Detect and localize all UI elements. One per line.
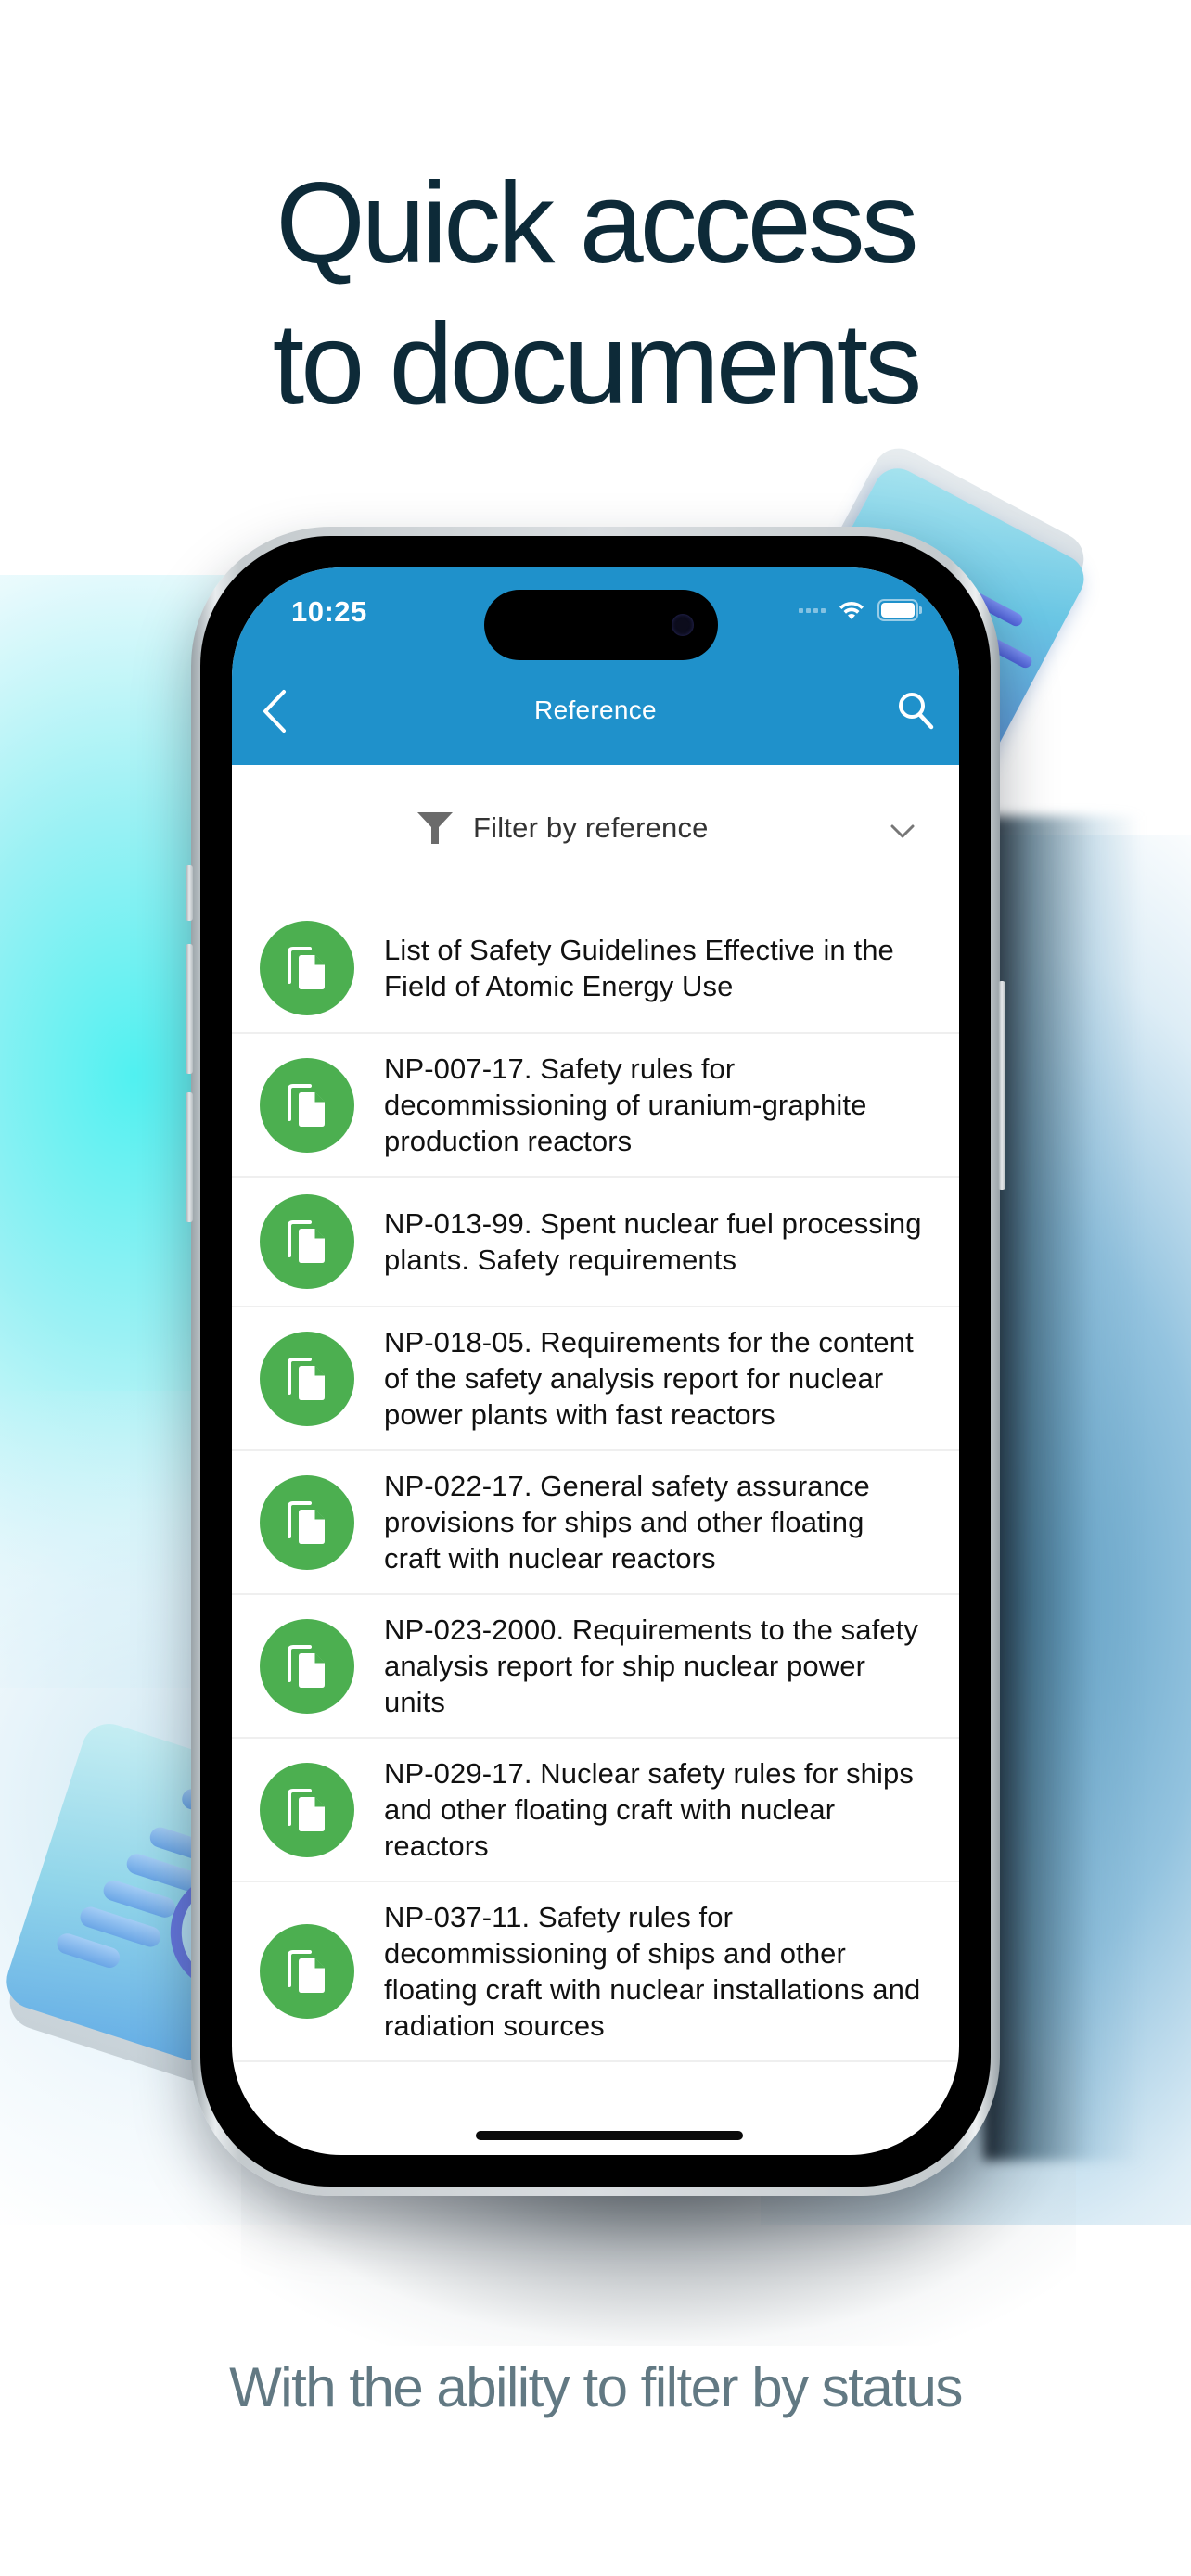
filter-control[interactable]: Filter by reference bbox=[417, 811, 709, 845]
filter-label: Filter by reference bbox=[473, 811, 709, 844]
status-time: 10:25 bbox=[291, 595, 367, 628]
phone-shadow-side bbox=[983, 816, 1141, 2161]
document-title: NP-023-2000. Requirements to the safety … bbox=[384, 1613, 918, 1718]
document-copy-icon bbox=[260, 1924, 354, 2019]
document-title: NP-029-17. Nuclear safety rules for ship… bbox=[384, 1757, 914, 1862]
status-icons bbox=[799, 599, 922, 621]
document-copy-icon bbox=[260, 1474, 354, 1570]
document-line bbox=[54, 1931, 122, 1970]
tagline: With the ability to filter by status bbox=[229, 2356, 963, 2418]
document-copy-icon bbox=[260, 1331, 354, 1426]
document-title: List of Safety Guidelines Effective in t… bbox=[384, 934, 894, 1002]
document-title: NP-007-17. Safety rules for decommission… bbox=[384, 1052, 867, 1157]
document-copy-icon bbox=[260, 921, 354, 1015]
phone-frame: 10:25 Reference Filter by reference List… bbox=[186, 527, 1005, 2196]
document-list-item[interactable]: NP-023-2000. Requirements to the safety … bbox=[232, 1595, 959, 1739]
document-list-item[interactable]: NP-013-99. Spent nuclear fuel processing… bbox=[232, 1178, 959, 1307]
headline: Quick access to documents bbox=[0, 153, 1191, 435]
document-list-item[interactable]: NP-007-17. Safety rules for decommission… bbox=[232, 1034, 959, 1178]
headline-line-2: to documents bbox=[272, 300, 922, 428]
volume-down-button bbox=[186, 1092, 193, 1222]
volume-up-button bbox=[186, 944, 193, 1074]
document-list-item[interactable]: NP-029-17. Nuclear safety rules for ship… bbox=[232, 1739, 959, 1882]
page-title: Reference bbox=[534, 695, 657, 724]
chevron-down-icon[interactable] bbox=[890, 824, 915, 839]
document-copy-icon bbox=[260, 1057, 354, 1153]
signal-icon bbox=[799, 607, 826, 613]
document-title: NP-022-17. General safety assurance prov… bbox=[384, 1470, 870, 1575]
document-list-item[interactable]: NP-018-05. Requirements for the content … bbox=[232, 1307, 959, 1451]
document-list-item[interactable]: NP-022-17. General safety assurance prov… bbox=[232, 1451, 959, 1595]
search-icon[interactable] bbox=[896, 690, 935, 731]
document-title: NP-037-11. Safety rules for decommission… bbox=[384, 1901, 921, 2042]
phone-bezel: 10:25 Reference Filter by reference List… bbox=[200, 536, 991, 2187]
phone-screen: 10:25 Reference Filter by reference List… bbox=[232, 567, 959, 2155]
document-copy-icon bbox=[260, 1618, 354, 1714]
document-title: NP-013-99. Spent nuclear fuel processing… bbox=[384, 1207, 922, 1276]
app-bar: 10:25 Reference bbox=[232, 567, 959, 765]
document-copy-icon bbox=[260, 1762, 354, 1857]
battery-icon bbox=[877, 599, 922, 621]
document-title: NP-018-05. Requirements for the content … bbox=[384, 1326, 914, 1431]
filter-funnel-icon bbox=[417, 812, 453, 844]
filter-dropdown[interactable]: Filter by reference bbox=[232, 765, 959, 904]
document-list-item[interactable]: NP-037-11. Safety rules for decommission… bbox=[232, 1882, 959, 2062]
headline-line-1: Quick access bbox=[275, 159, 918, 287]
home-indicator[interactable] bbox=[476, 2131, 743, 2140]
power-button bbox=[998, 981, 1005, 1190]
dynamic-island bbox=[484, 590, 718, 660]
document-copy-icon bbox=[260, 1194, 354, 1289]
document-list-item[interactable]: List of Safety Guidelines Effective in t… bbox=[232, 904, 959, 1034]
document-list: List of Safety Guidelines Effective in t… bbox=[232, 904, 959, 2062]
action-button bbox=[186, 865, 193, 921]
wifi-icon bbox=[839, 601, 864, 619]
camera-icon bbox=[672, 614, 694, 636]
